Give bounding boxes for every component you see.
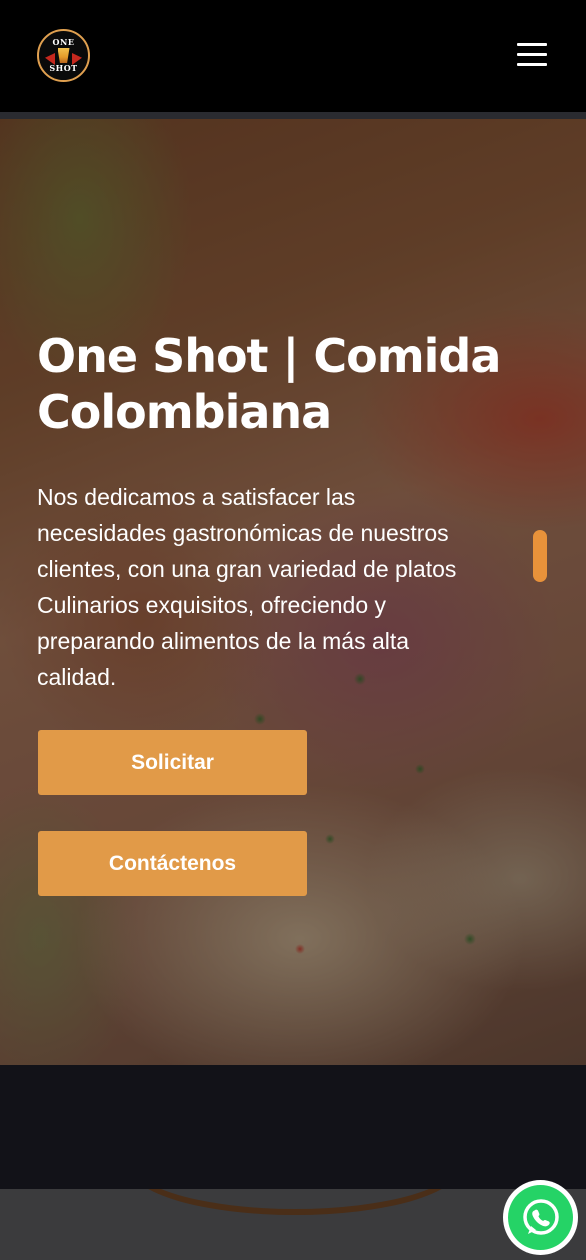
one-shot-logo[interactable]: ONE SHOT	[37, 29, 90, 82]
site-header: ONE SHOT	[0, 0, 586, 112]
header-divider	[0, 112, 586, 119]
menu-bar-top	[517, 43, 547, 46]
solicitar-button[interactable]: Solicitar	[38, 730, 307, 795]
menu-bar-bottom	[517, 63, 547, 66]
logo-text-top: ONE	[52, 37, 75, 47]
next-section-preview	[0, 1189, 586, 1260]
logo-text-bottom: SHOT	[49, 63, 78, 73]
scroll-indicator[interactable]	[533, 530, 547, 582]
whatsapp-phone-icon	[522, 1198, 559, 1235]
hero-description: Nos dedicamos a satisfacer las necesidad…	[37, 484, 457, 690]
whatsapp-icon	[508, 1185, 573, 1250]
dark-section	[0, 1065, 586, 1189]
hero-section: One Shot | Comida Colombiana Nos dedicam…	[0, 119, 586, 1065]
hamburger-menu-icon[interactable]	[514, 40, 550, 70]
hero-title: One Shot | Comida Colombiana	[37, 329, 501, 439]
logo-glass-icon	[57, 48, 70, 63]
contact-button[interactable]: Contáctenos	[38, 831, 307, 896]
whatsapp-button[interactable]	[503, 1180, 578, 1255]
menu-bar-middle	[517, 53, 547, 56]
